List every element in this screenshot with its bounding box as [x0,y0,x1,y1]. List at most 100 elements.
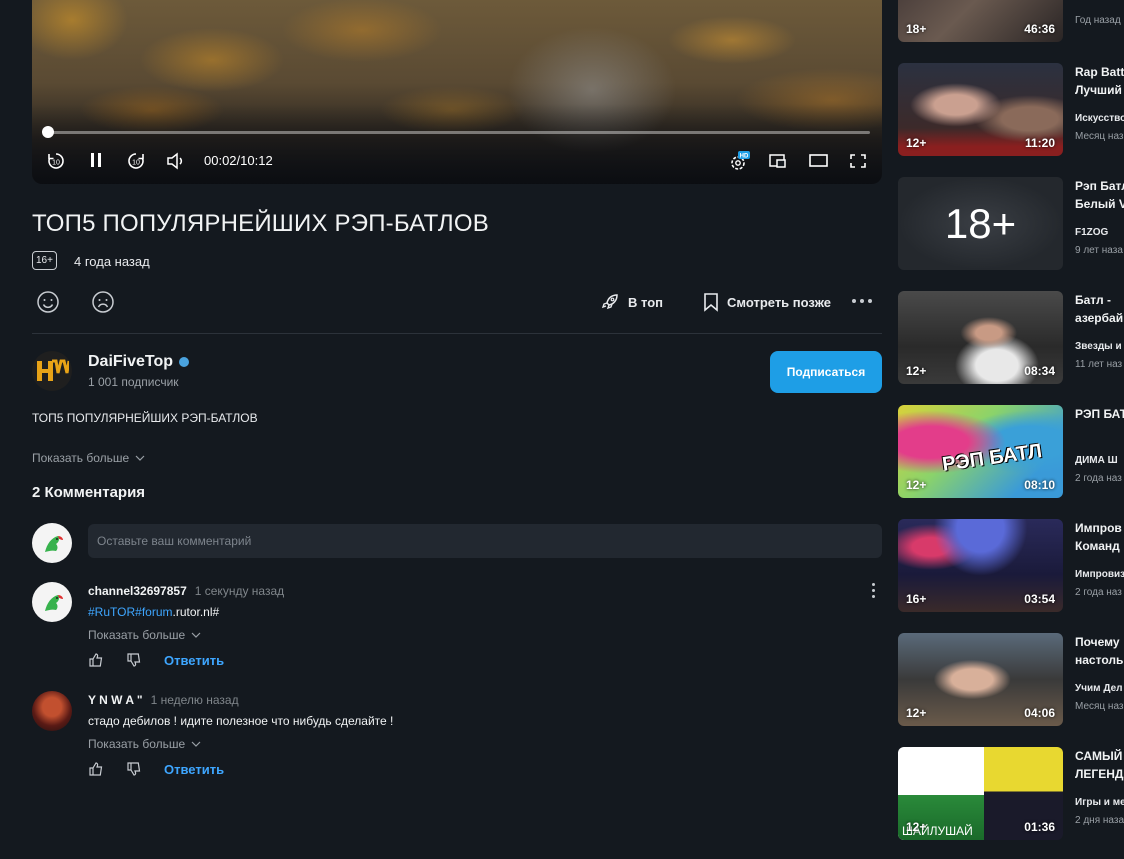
video-title[interactable]: Rap Batt Лучший [1075,63,1124,99]
subscribe-button[interactable]: Подписаться [770,351,882,393]
svg-text:10: 10 [132,160,140,167]
comment-actions: Ответить [88,652,224,668]
video-title[interactable]: Почему настоль [1075,633,1124,669]
comment-author-name[interactable]: Y N W A " [88,693,143,707]
reply-button[interactable]: Ответить [164,653,224,668]
age-badge: 12+ [906,136,927,150]
age-badge: 12+ [906,820,927,834]
hashtag-link[interactable]: #forum [135,605,172,619]
duration-badge: 08:34 [1024,364,1055,378]
divider [32,333,882,334]
video-title[interactable]: САМЫЙЛЕГЕНДА [1075,747,1124,783]
comment-show-more-label: Показать больше [88,737,186,751]
video-meta: Месяц наз [1075,131,1124,142]
comment-input[interactable] [88,524,882,558]
age-rating-badge: 16+ [32,251,57,270]
video-channel[interactable]: ДИМА Ш [1075,455,1124,466]
svg-text:10: 10 [52,160,60,167]
svg-text:HD: HD [740,154,749,160]
to-top-button[interactable]: В топ [600,292,663,312]
channel-name-row[interactable]: DaiFiveTop [88,353,190,371]
comment-avatar[interactable] [32,582,72,622]
progress-knob[interactable] [42,126,54,138]
video-thumbnail[interactable]: 18+ [898,177,1063,270]
duration-badge: 46:36 [1024,22,1055,36]
duration-badge: 11:20 [1024,136,1055,150]
thumbs-down-icon[interactable] [126,761,142,777]
video-title[interactable]: Батл - азербай [1075,291,1124,327]
video-thumbnail[interactable]: 12+ 08:34 [898,291,1063,384]
video-title[interactable]: Рэп Батл Белый V [1075,177,1124,213]
video-thumbnail[interactable]: 16+ 03:54 [898,519,1063,612]
verified-icon [179,357,190,367]
watch-later-button[interactable]: Смотреть позже [703,292,831,312]
forward-10-icon[interactable]: 10 [126,151,146,171]
thumbs-down-icon[interactable] [126,652,142,668]
comment-show-more[interactable]: Показать больше [88,737,201,751]
dislike-frown-icon[interactable] [91,290,115,314]
time-display: 00:02/10:12 [204,153,273,168]
thumbs-up-icon[interactable] [88,652,104,668]
video-title[interactable]: Импров Команд [1075,519,1124,555]
show-more-label: Показать больше [32,451,130,465]
video-channel[interactable]: Звезды и [1075,341,1124,352]
video-thumbnail[interactable]: РЭП БАТЛ 12+ 08:10 [898,405,1063,498]
recommended-video[interactable]: 12+ 08:34 Батл - азербай Звезды и 11 лет … [898,291,1124,384]
volume-icon[interactable] [165,151,187,171]
video-thumbnail[interactable]: ШАЙЛУШАЙ 12+ 01:36 [898,747,1063,840]
comment-time: 1 секунду назад [194,584,285,598]
thumbs-up-icon[interactable] [88,761,104,777]
comment-avatar[interactable] [32,691,72,731]
channel-name[interactable]: DaiFiveTop [88,353,173,371]
reply-button[interactable]: Ответить [164,762,224,777]
age-badge: 12+ [906,364,927,378]
theater-mode-icon[interactable] [808,152,830,170]
video-channel[interactable]: Импровиз [1075,569,1124,580]
fullscreen-icon[interactable] [848,152,868,170]
recommended-video[interactable]: 12+ 04:06 Почему настоль Учим Дел Месяц н… [898,633,1124,726]
chevron-down-icon [191,632,201,638]
recommended-video[interactable]: РЭП БАТЛ 12+ 08:10 РЭП БАТ ДИМА Ш 2 года… [898,405,1124,498]
video-title[interactable]: РЭП БАТ [1075,405,1124,423]
video-thumbnail[interactable]: 12+ 11:20 [898,63,1063,156]
video-channel[interactable]: Учим Дел [1075,683,1124,694]
video-channel[interactable]: Искусство [1075,113,1124,124]
video-player[interactable]: 10 10 00:02/10:12 HD [32,0,882,184]
comment-author[interactable]: Y N W A " 1 неделю назад [88,693,239,707]
recommended-video[interactable]: 16+ 03:54 Импров Команд Импровиз 2 года н… [898,519,1124,612]
video-meta: Год назад [1075,15,1121,26]
video-meta: 9 лет наза [1075,245,1123,256]
recommended-video[interactable]: 18+ 46:36 Год назад [898,0,1124,42]
more-options-icon[interactable] [852,299,872,303]
comment-show-more[interactable]: Показать больше [88,628,201,642]
recommended-video[interactable]: 12+ 11:20 Rap Batt Лучший Искусство Месяц… [898,63,1124,156]
duration-badge: 03:54 [1024,592,1055,606]
to-top-label: В топ [628,294,663,310]
comment-menu-icon[interactable] [872,583,875,598]
comment-text: стадо дебилов ! идите полезное что нибуд… [88,714,394,728]
video-thumbnail[interactable]: 12+ 04:06 [898,633,1063,726]
comment-author-name[interactable]: channel32697857 [88,584,187,598]
subscriber-count: 1 001 подписчик [88,375,179,389]
video-description: ТОП5 ПОПУЛЯРНЕЙШИХ РЭП-БАТЛОВ [32,411,258,425]
bookmark-icon [704,293,718,312]
channel-avatar[interactable] [32,351,72,391]
recommended-video[interactable]: ШАЙЛУШАЙ 12+ 01:36 САМЫЙЛЕГЕНДА Игры и м… [898,747,1124,840]
recommended-video[interactable]: 18+ Рэп Батл Белый V F1ZOG 9 лет наза [898,177,1124,270]
settings-gear-icon[interactable]: HD [728,151,750,173]
show-more-button[interactable]: Показать больше [32,451,145,465]
comment-author[interactable]: channel32697857 1 секунду назад [88,584,284,598]
video-thumbnail[interactable]: 18+ 46:36 [898,0,1063,42]
chevron-down-icon [135,455,145,461]
age-badge: 18+ [906,22,927,36]
progress-bar[interactable] [42,126,870,138]
like-smile-icon[interactable] [36,290,60,314]
posted-date: 4 года назад [74,254,150,269]
miniplayer-icon[interactable] [768,152,788,170]
video-channel[interactable]: Игры и ме [1075,797,1124,808]
rewind-10-icon[interactable]: 10 [46,151,66,171]
hashtag-link[interactable]: #RuTOR [88,605,135,619]
pause-icon[interactable] [87,151,105,169]
comments-count: 2 Комментария [32,484,146,501]
video-channel[interactable]: F1ZOG [1075,227,1124,238]
